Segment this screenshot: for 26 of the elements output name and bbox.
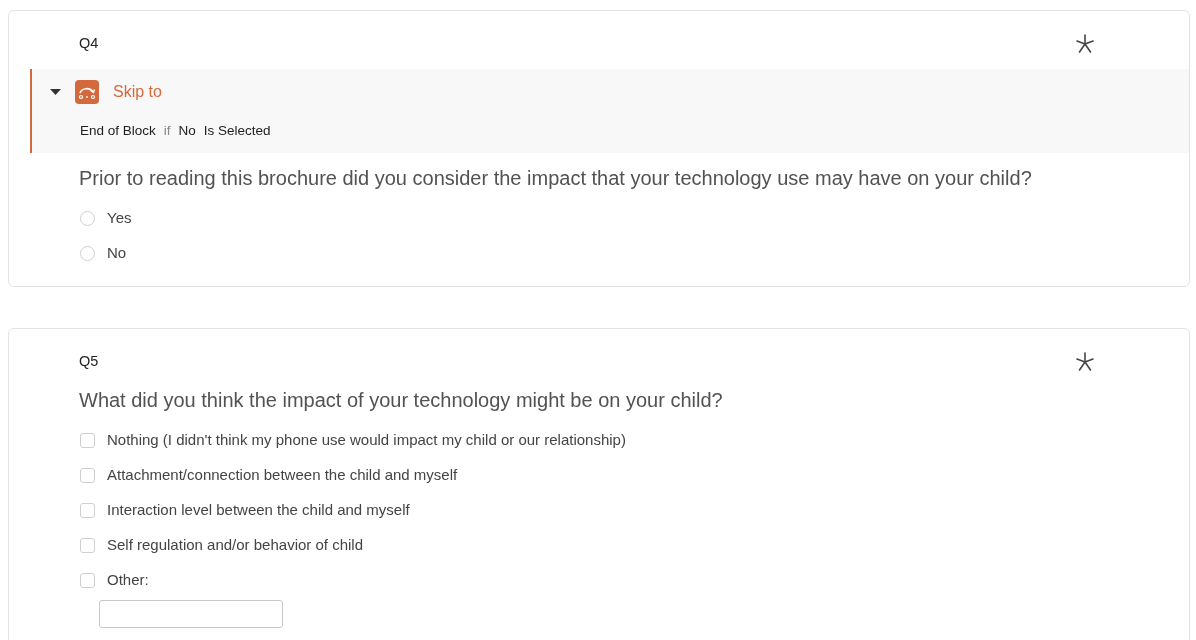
choice-label: Other: (107, 570, 149, 591)
choice-label: Interaction level between the child and myself (107, 500, 410, 521)
question-number: Q4 (79, 34, 99, 54)
question-number: Q5 (79, 352, 99, 372)
checkbox[interactable] (80, 432, 95, 448)
choice-label: No (107, 243, 127, 264)
caret-icon[interactable] (50, 89, 61, 95)
choice-label: Nothing (I didn't think my phone use would impact my child or our relationship) (107, 430, 626, 451)
condition-term: End of Block (80, 122, 156, 140)
radio-button[interactable] (80, 210, 95, 226)
checkbox[interactable] (80, 467, 95, 483)
condition-term: No (178, 122, 196, 140)
radio-button[interactable] (80, 245, 95, 261)
checkbox[interactable] (80, 502, 95, 518)
condition-term: Is Selected (203, 122, 271, 140)
checkbox[interactable] (80, 572, 95, 588)
choice-label: Yes (107, 208, 132, 229)
skip-icon (75, 80, 99, 104)
skip-logic-title: Skip to (113, 82, 162, 102)
choice-label: Self regulation and/or behavior of child (107, 535, 363, 556)
choice-label: Attachment/connection between the child and myself (107, 465, 458, 486)
text-entry-field[interactable] (99, 600, 283, 629)
checkbox[interactable] (80, 537, 95, 553)
question-text: Prior to reading this brochure did you consider the impact that your technology use may have on your child? (78, 166, 1033, 192)
condition-keyword: if (163, 122, 171, 140)
question-text: What did you think the impact of your technology might be on your child? (78, 388, 724, 414)
